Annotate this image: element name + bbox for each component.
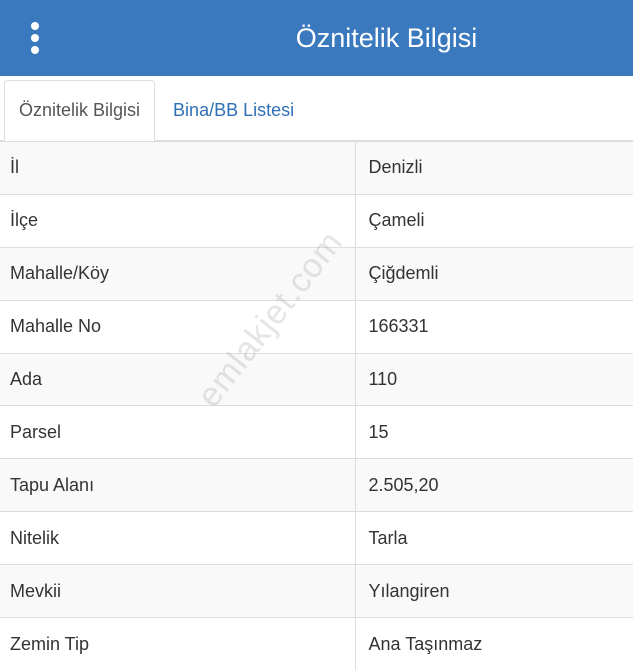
row-value: 166331: [355, 299, 633, 354]
row-label: Mevkii: [0, 564, 356, 618]
table-row: Tapu Alanı 2.505,20: [0, 458, 633, 512]
table-row: İl Denizli: [0, 141, 633, 195]
table-row: İlçe Çameli: [0, 193, 633, 248]
table-row: Zemin Tip Ana Taşınmaz: [0, 617, 633, 670]
table-row: Mahalle No 166331: [0, 299, 633, 354]
tab-bar: Öznitelik Bilgisi Bina/BB Listesi: [0, 76, 633, 141]
menu-dot: [31, 46, 39, 54]
tab-bina-bb-listesi[interactable]: Bina/BB Listesi: [155, 80, 308, 140]
table-row: Nitelik Tarla: [0, 511, 633, 565]
row-label: Mahalle/Köy: [0, 246, 356, 301]
menu-dot: [31, 34, 39, 42]
table-row: Ada 110: [0, 352, 633, 406]
row-value: Denizli: [355, 141, 633, 195]
row-value: 15: [355, 405, 633, 459]
attribute-table: İl Denizli İlçe Çameli Mahalle/Köy Çiğde…: [0, 141, 633, 670]
page-title: Öznitelik Bilgisi: [295, 22, 478, 53]
app-header: Öznitelik Bilgisi: [0, 0, 633, 76]
vertical-dots-icon[interactable]: [22, 22, 48, 54]
row-label: İl: [0, 141, 356, 195]
menu-dot: [31, 22, 39, 30]
table-row: Parsel 15: [0, 405, 633, 459]
table-row: Mevkii Yılangiren: [0, 564, 633, 618]
row-label: Ada: [0, 352, 356, 406]
row-value: Ana Taşınmaz: [355, 617, 633, 670]
tab-oznitelik-bilgisi[interactable]: Öznitelik Bilgisi: [4, 80, 156, 141]
attribute-table-wrapper: İl Denizli İlçe Çameli Mahalle/Köy Çiğde…: [0, 141, 633, 670]
row-label: Nitelik: [0, 511, 356, 565]
table-row: Mahalle/Köy Çiğdemli: [0, 246, 633, 301]
row-label: İlçe: [0, 193, 356, 248]
row-value: Yılangiren: [355, 564, 633, 618]
row-label: Zemin Tip: [0, 617, 356, 670]
row-label: Mahalle No: [0, 299, 356, 354]
row-value: 2.505,20: [355, 458, 633, 512]
row-value: Çameli: [355, 193, 633, 248]
row-label: Tapu Alanı: [0, 458, 356, 512]
row-label: Parsel: [0, 405, 356, 459]
row-value: Çiğdemli: [355, 246, 633, 301]
row-value: Tarla: [355, 511, 633, 565]
row-value: 110: [355, 352, 633, 406]
